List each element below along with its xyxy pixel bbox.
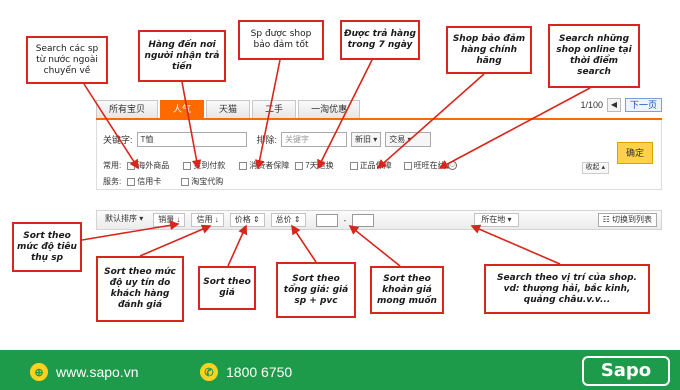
annotation-return7: Được trả hàng trong 7 ngày [340, 20, 420, 60]
annotation-price-range: Sort theo khoản giá mong muốn [370, 266, 444, 314]
price-dash: - [343, 215, 347, 225]
next-page-button[interactable]: 下一页 [624, 98, 662, 112]
tab-etao-deals[interactable]: 一淘优惠 [298, 100, 361, 118]
search-filter-panel: 所有宝贝 人气 天猫 二手 一淘优惠 1/100 ◀ 下一页 关键字: T恤 排… [96, 94, 666, 244]
option-consumer-protection[interactable]: 消费者保障 [239, 160, 289, 171]
option-taobao-purchase[interactable]: 淘宝代购 [181, 176, 223, 187]
option-cod[interactable]: 货到付款 [183, 160, 225, 171]
tab-second-hand[interactable]: 二手 [252, 100, 297, 118]
sort-default-label: 默认排序 [105, 214, 137, 223]
common-filters-row: 常用: 海外商品 货到付款 消费者保障 7天退换 正品保障 旺旺在线 ◡ [103, 160, 457, 171]
option-wangwang-online[interactable]: 旺旺在线 ◡ [403, 160, 457, 171]
exclude-input[interactable]: 关键字 [281, 132, 348, 147]
option-label: 货到付款 [193, 161, 226, 170]
footer-bar: ⊕ www.sapo.vn ✆ 1800 6750 Sapo [0, 350, 680, 390]
tab-all-items[interactable]: 所有宝贝 [96, 100, 159, 118]
option-label: 淘宝代购 [191, 177, 224, 186]
trade-label: 交易 [389, 135, 406, 144]
annotation-overseas: Search các sp từ nước ngoài chuyển về [26, 36, 108, 84]
common-label: 常用: [103, 161, 122, 170]
option-label: 信用卡 [137, 177, 162, 186]
checkbox[interactable] [349, 161, 358, 170]
fold-button[interactable]: 收起 ▴ [581, 162, 609, 174]
option-7day-return[interactable]: 7天退换 [295, 160, 334, 171]
condition-select[interactable]: 新旧 ▾ [351, 132, 382, 147]
footer-phone[interactable]: ✆ 1800 6750 [200, 363, 292, 381]
keyword-label: 关键字: [103, 135, 133, 145]
annotation-cod: Hàng đến nơi người nhận trả tiền [138, 30, 226, 82]
sort-volume-label: 销量 [158, 215, 175, 224]
sort-total-price[interactable]: 总价 ⇕ [270, 213, 306, 227]
option-label: 消费者保障 [249, 161, 290, 170]
trade-select[interactable]: 交易 ▾ [385, 132, 432, 147]
keyword-row: 关键字: T恤 排除: 关键字 新旧 ▾ 交易 ▾ [103, 132, 432, 147]
fold-label: 收起 [585, 164, 600, 171]
prev-page-button[interactable]: ◀ [606, 98, 621, 112]
annotation-sort-total: Sort theo tổng giá: giá sp + pvc [276, 262, 356, 318]
sort-total-label: 总价 [275, 215, 292, 224]
sort-bar: 默认排序 ▾ 销量 ↓ 信用 ↓ 价格 ⇕ 总价 ⇕ - 所在地 ▾ ☷ 切换到… [96, 210, 662, 230]
checkbox[interactable] [403, 161, 412, 170]
service-filters-row: 服务: 信用卡 淘宝代购 [103, 176, 223, 187]
condition-label: 新旧 [355, 135, 372, 144]
option-label: 海外商品 [137, 161, 170, 170]
option-authentic[interactable]: 正品保障 [349, 160, 392, 171]
location-select[interactable]: 所在地 ▾ [474, 213, 519, 227]
tab-popular[interactable]: 人气 [160, 100, 205, 118]
sort-price-label: 价格 [234, 215, 251, 224]
service-label: 服务: [103, 177, 122, 186]
phone-icon: ✆ [200, 363, 218, 381]
wangwang-icon: ◡ [447, 161, 457, 170]
sort-credit-label: 信用 [196, 215, 213, 224]
annotation-sort-volume: Sort theo mức độ tiêu thụ sp [12, 222, 82, 272]
tab-tmall[interactable]: 天猫 [206, 100, 251, 118]
website-text: www.sapo.vn [56, 364, 139, 380]
keyword-input[interactable]: T恤 [136, 132, 247, 147]
option-label: 旺旺在线 [413, 161, 446, 170]
exclude-label: 排除: [256, 135, 278, 145]
switch-to-list-label: 切换到列表 [612, 215, 652, 224]
option-overseas[interactable]: 海外商品 [127, 160, 169, 171]
checkbox[interactable] [181, 177, 190, 186]
globe-icon: ⊕ [30, 363, 48, 381]
annotation-online: Search những shop online tại thời điểm s… [548, 24, 640, 88]
sort-credit[interactable]: 信用 ↓ [191, 213, 224, 227]
checkbox[interactable] [239, 161, 248, 170]
result-tabs: 所有宝贝 人气 天猫 二手 一淘优惠 [96, 100, 362, 118]
annotation-guarantee: Sp được shop bảo đảm tốt [238, 20, 324, 60]
option-label: 正品保障 [359, 161, 392, 170]
sort-default[interactable]: 默认排序 ▾ [101, 213, 147, 227]
checkbox[interactable] [127, 177, 136, 186]
checkbox[interactable] [295, 161, 304, 170]
price-min-input[interactable] [315, 213, 338, 227]
filter-box: 关键字: T恤 排除: 关键字 新旧 ▾ 交易 ▾ 常用: 海外商品 货到付款 … [96, 120, 662, 190]
option-label: 7天退换 [305, 161, 334, 170]
price-max-input[interactable] [352, 213, 375, 227]
sapo-logo: Sapo [582, 356, 670, 386]
location-label: 所在地 [481, 215, 506, 224]
annotation-authentic: Shop bảo đảm hàng chính hãng [446, 26, 532, 74]
pager: 1/100 ◀ 下一页 [580, 98, 662, 112]
phone-text: 1800 6750 [226, 364, 293, 380]
checkbox[interactable] [183, 161, 192, 170]
checkbox[interactable] [127, 161, 136, 170]
option-credit-card[interactable]: 信用卡 [127, 176, 161, 187]
page-count: 1/100 [580, 100, 603, 110]
sort-price[interactable]: 价格 ⇕ [229, 213, 265, 227]
footer-website[interactable]: ⊕ www.sapo.vn [30, 363, 138, 381]
switch-to-list-button[interactable]: ☷ 切换到列表 [597, 213, 657, 227]
confirm-button[interactable]: 确定 [617, 142, 653, 164]
annotation-sort-price: Sort theo giá [198, 266, 256, 310]
annotation-location: Search theo vị trí của shop. vd: thượng … [484, 264, 650, 314]
annotation-sort-credit: Sort theo mức độ uy tín do khách hàng đá… [96, 256, 184, 322]
sort-volume[interactable]: 销量 ↓ [153, 213, 186, 227]
